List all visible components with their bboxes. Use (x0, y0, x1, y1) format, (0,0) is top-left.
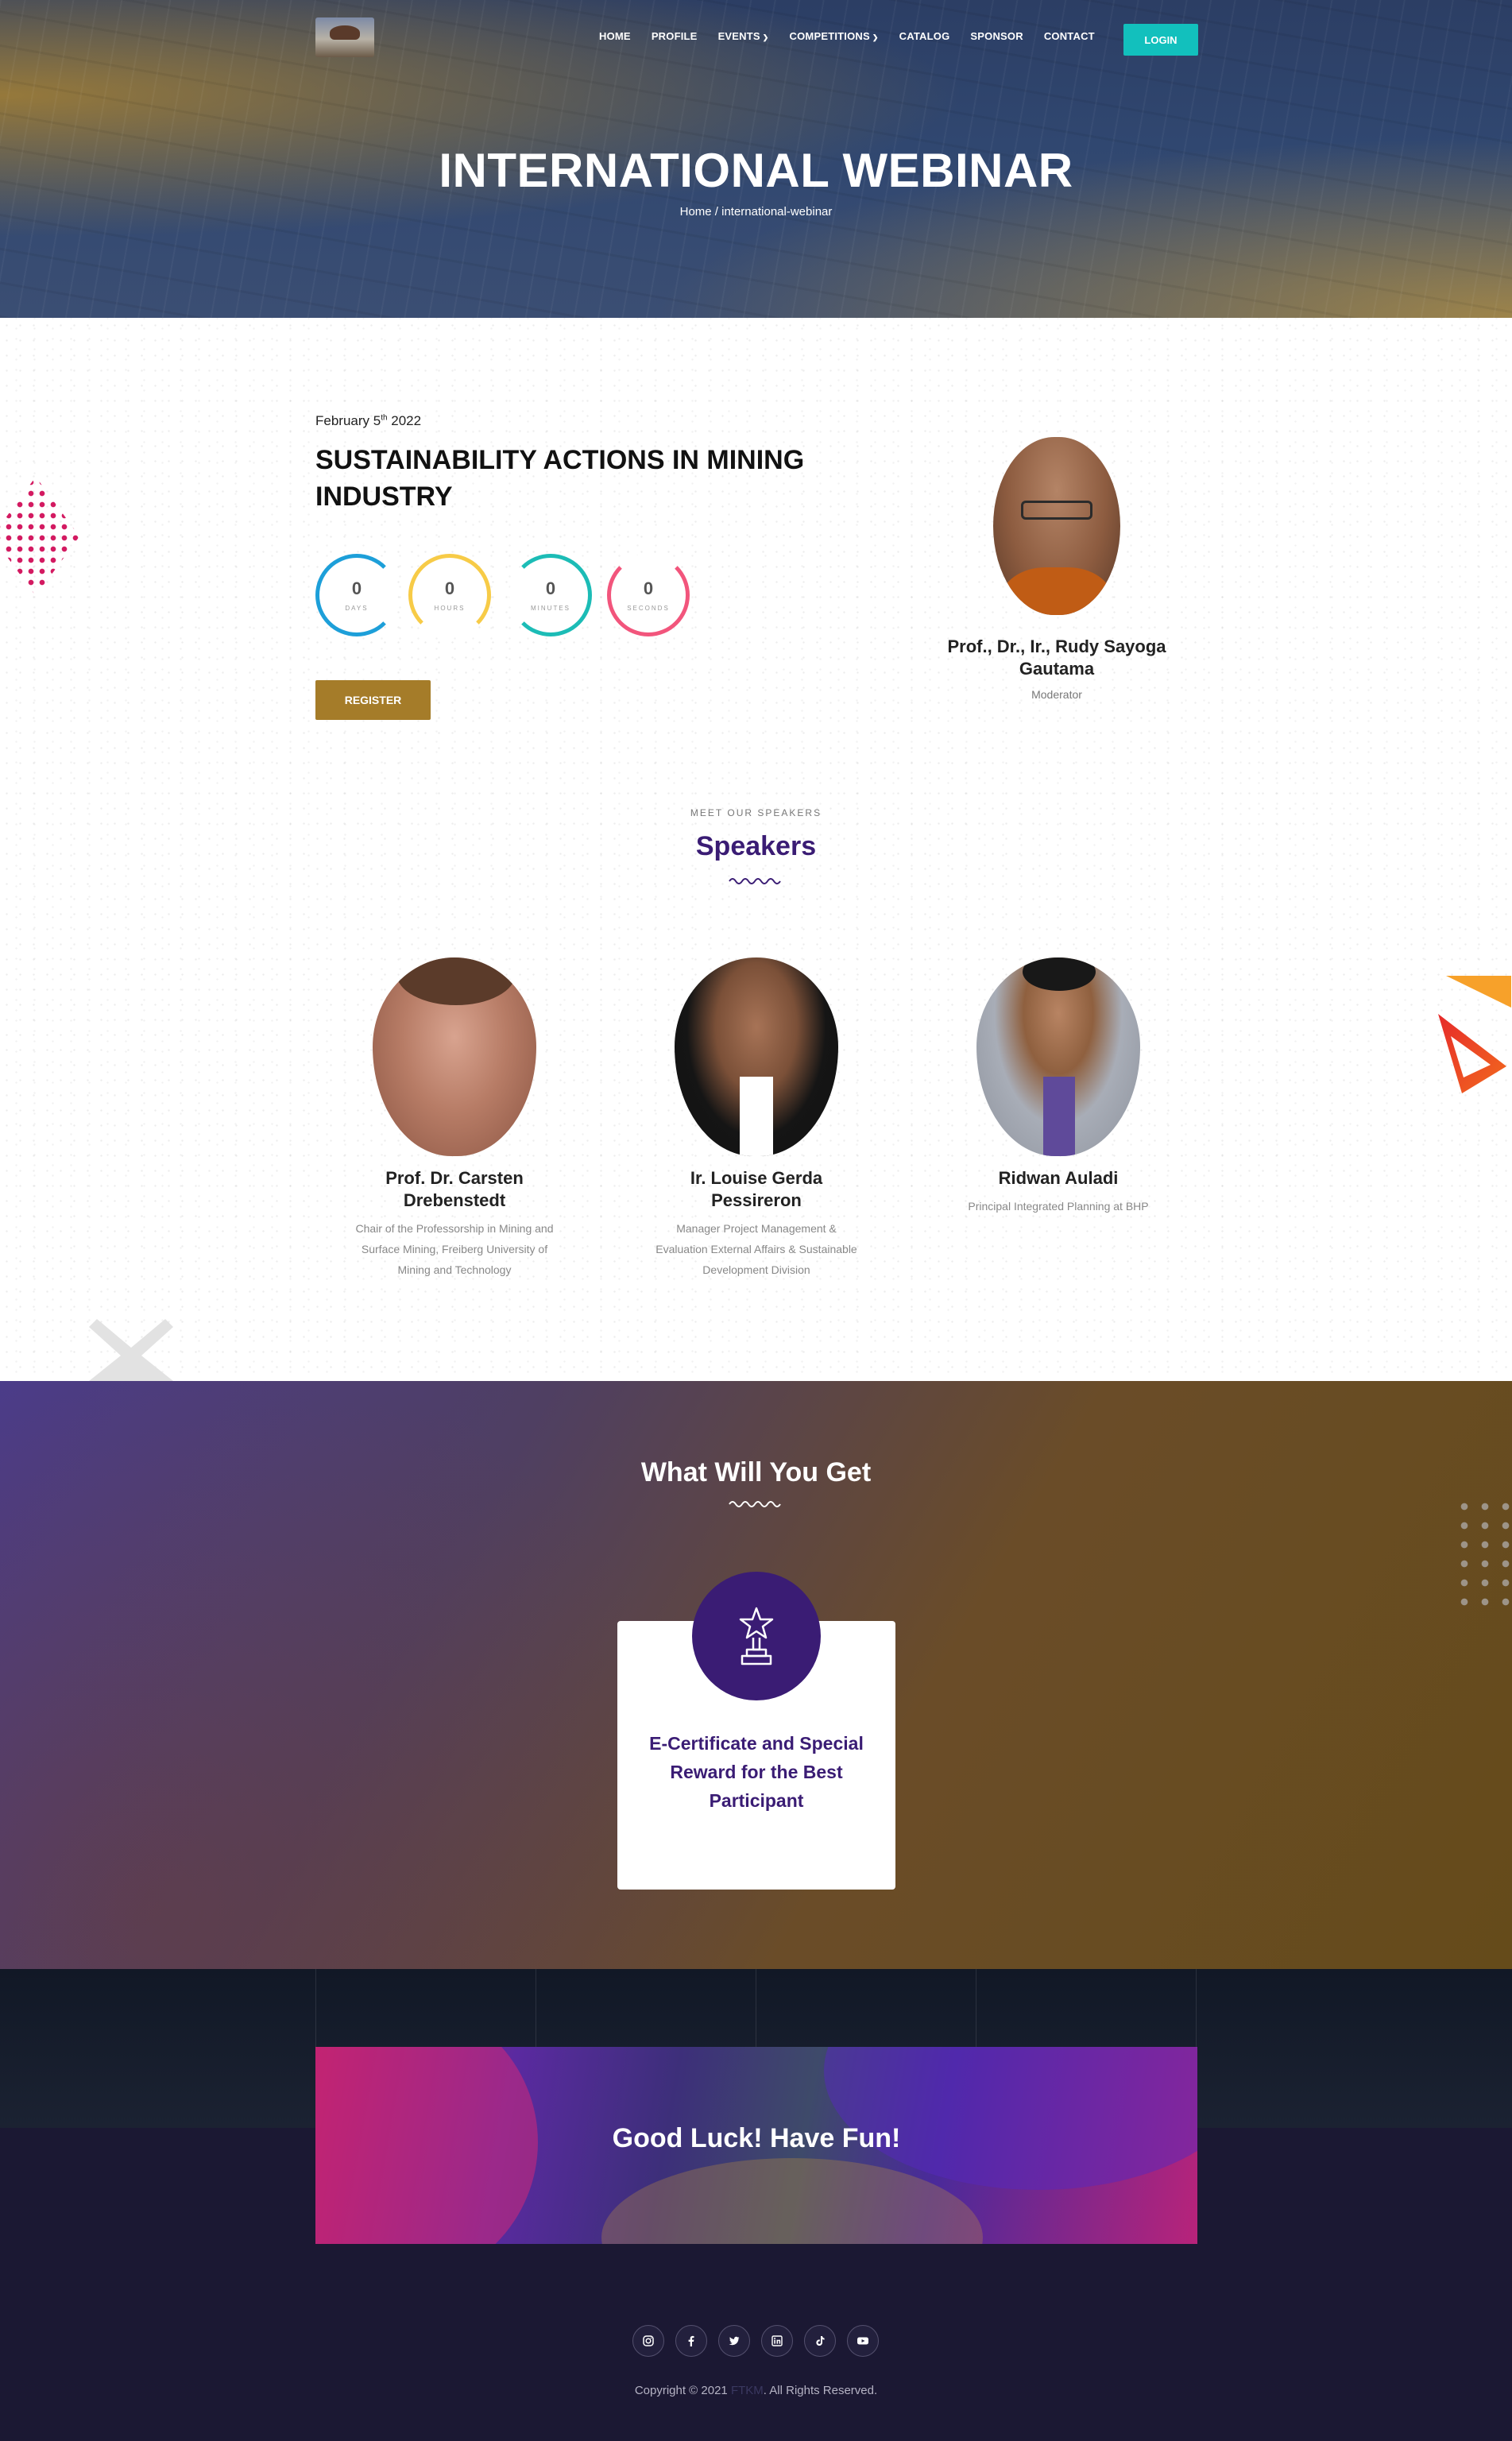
speaker-role: Principal Integrated Planning at BHP (968, 1200, 1149, 1213)
nav-home[interactable]: HOME (599, 30, 631, 42)
benefits-section: What Will You Get E-Certificate and Spec… (0, 1381, 1512, 1969)
page-title: INTERNATIONAL WEBINAR (439, 144, 1073, 197)
cta-banner: Good Luck! Have Fun! (315, 2047, 1197, 2244)
page-hero: HOME PROFILE EVENTS ❯ COMPETITIONS ❯ CATAL… (0, 0, 1512, 318)
speaker-card: Prof. Dr. Carsten Drebenstedt Chair of t… (347, 957, 562, 1280)
banner-text: Good Luck! Have Fun! (612, 2123, 901, 2153)
chevron-down-icon: ❯ (762, 33, 769, 41)
copyright: Copyright © 2021 FTKM. All Rights Reserv… (634, 2384, 878, 2397)
facebook-icon[interactable] (675, 2325, 707, 2357)
decorative-x (89, 1319, 173, 1381)
event-title: SUSTAINABILITY ACTIONS IN MINING INDUSTR… (315, 445, 805, 512)
wave-divider-icon (729, 878, 781, 884)
main-nav: HOME PROFILE EVENTS ❯ COMPETITIONS ❯ CATAL… (599, 30, 1116, 42)
countdown-minutes: 0 MINUTES (509, 554, 592, 636)
wave-divider-icon (729, 1501, 781, 1507)
register-button[interactable]: REGISTER (315, 680, 431, 720)
social-links (632, 2325, 879, 2357)
trophy-icon (692, 1572, 821, 1700)
speaker-card: Ridwan Auladi Principal Integrated Plann… (951, 957, 1166, 1217)
speaker-photo (373, 957, 536, 1156)
linkedin-icon[interactable] (761, 2325, 793, 2357)
moderator-role: Moderator (1031, 688, 1082, 701)
moderator-photo (993, 437, 1120, 615)
speaker-name: Ir. Louise Gerda Pessireron (690, 1168, 823, 1210)
nav-profile[interactable]: PROFILE (652, 30, 698, 42)
tiktok-icon[interactable] (804, 2325, 836, 2357)
login-button[interactable]: LOGIN (1123, 24, 1198, 56)
copyright-brand[interactable]: FTKM (731, 2384, 764, 2397)
nav-catalog[interactable]: CATALOG (899, 30, 950, 42)
benefit-text: E-Certificate and Special Reward for the… (649, 1733, 864, 1811)
moderator-card: Prof., Dr., Ir., Rudy Sayoga Gautama Mod… (938, 437, 1176, 701)
youtube-icon[interactable] (847, 2325, 879, 2357)
speaker-photo (675, 957, 838, 1156)
event-date: February 5th 2022 (315, 413, 422, 428)
decorative-dots (1454, 1497, 1512, 1616)
moderator-name: Prof., Dr., Ir., Rudy Sayoga Gautama (947, 636, 1166, 679)
speaker-card: Ir. Louise Gerda Pessireron Manager Proj… (649, 957, 864, 1280)
speaker-photo (976, 957, 1140, 1156)
speaker-name: Prof. Dr. Carsten Drebenstedt (385, 1168, 524, 1210)
chevron-down-icon: ❯ (872, 33, 879, 41)
countdown-days: 0 DAYS (315, 554, 398, 636)
breadcrumb[interactable]: Home / international-webinar (0, 205, 1512, 219)
speaker-role: Manager Project Management & Evaluation … (655, 1222, 857, 1276)
speaker-role: Chair of the Professorship in Mining and… (355, 1222, 554, 1276)
countdown-seconds: 0 SECONDS (607, 554, 690, 636)
nav-events[interactable]: EVENTS ❯ (718, 30, 769, 42)
site-logo[interactable] (315, 17, 374, 57)
speakers-heading: Speakers (695, 831, 817, 861)
instagram-icon[interactable] (632, 2325, 664, 2357)
benefits-heading: What Will You Get (640, 1457, 872, 1487)
nav-sponsor[interactable]: SPONSOR (970, 30, 1023, 42)
twitter-icon[interactable] (718, 2325, 750, 2357)
speakers-eyebrow: MEET OUR SPEAKERS (690, 807, 822, 818)
countdown-hours: 0 HOURS (408, 554, 491, 636)
decorative-triangle (1446, 976, 1511, 1008)
nav-competitions[interactable]: COMPETITIONS ❯ (790, 30, 879, 42)
speaker-name: Ridwan Auladi (998, 1168, 1119, 1188)
decorative-triangle (1438, 1014, 1506, 1093)
nav-contact[interactable]: CONTACT (1044, 30, 1095, 42)
